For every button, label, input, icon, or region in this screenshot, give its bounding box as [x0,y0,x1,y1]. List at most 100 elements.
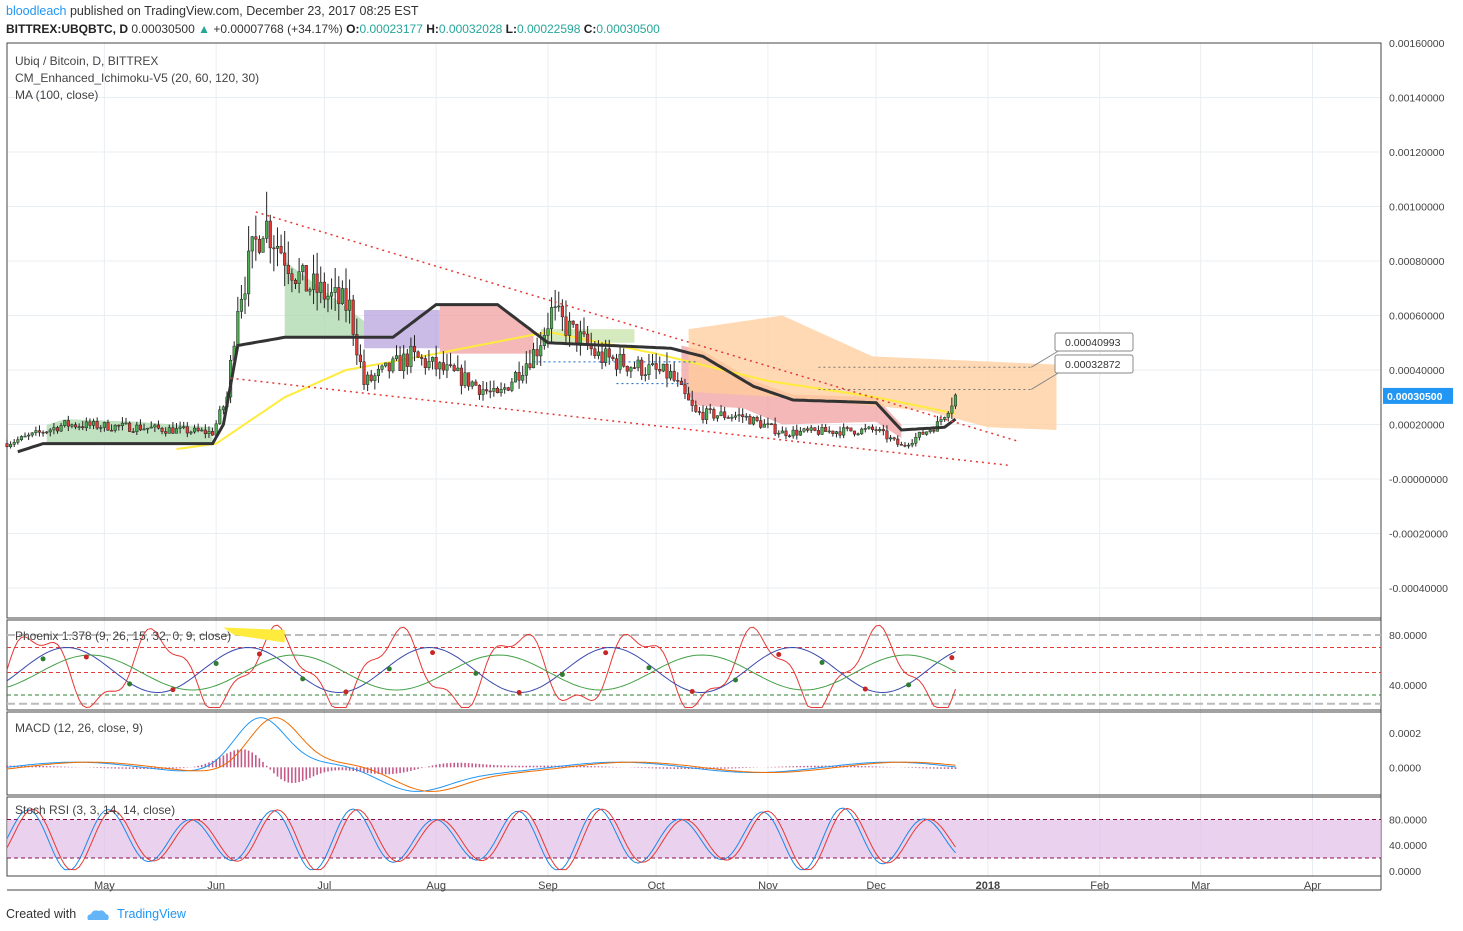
candle-body [751,416,756,425]
price-tick-label: 0.00160000 [1389,38,1445,50]
candle-body [128,422,132,432]
candle-body [387,362,391,372]
candle-body [571,320,575,325]
candle-body [665,363,669,379]
candle-body [506,387,510,391]
candle-body [301,265,305,273]
candle-body [34,430,38,434]
time-tick-label: Feb [1090,880,1109,892]
time-tick-label: Nov [758,880,778,892]
candle-body [852,430,857,435]
candle-body [192,427,197,433]
chart-canvas[interactable]: 0.00040993 0.00032872 0.00160000 0.00140000… [0,0,1463,931]
candle-body [474,381,478,386]
candle-body [550,307,554,329]
phoenix-dot [516,689,522,695]
candle-body [604,348,608,363]
candle-body [824,427,828,432]
candle-body [445,364,449,371]
candle-body [95,421,99,429]
candle-body [806,428,810,431]
candle-body [189,431,193,434]
candle-body [456,367,460,371]
candle-body [55,427,60,432]
candle-body [315,273,319,293]
candle-body [402,353,406,371]
candle-body [113,424,117,431]
tradingview-link[interactable]: TradingView [117,907,186,921]
candle-body [124,422,128,425]
candle-body [394,355,399,360]
footer: Created with TradingView [6,905,186,923]
candle-body [834,431,838,434]
candle-body [513,372,518,383]
price-tick-label: 0.00100000 [1389,202,1445,214]
candle-body [254,236,258,240]
candle-body [243,293,247,300]
candle-body [358,354,362,363]
candle-body [676,380,680,382]
candle-body [250,236,254,252]
candle-body [185,426,189,434]
candle-body [308,289,312,292]
candle-body [265,220,269,239]
candle-body [459,367,463,386]
candle-body [16,439,20,443]
candle-body [661,363,665,372]
candle-body [863,428,867,430]
phoenix-dot [906,682,912,688]
candle-body [715,415,719,419]
candle-body [658,369,662,372]
candle-body [337,287,341,304]
phoenix-dot [732,677,738,683]
candle-body [398,355,402,371]
candle-body [780,430,784,434]
indicator-label-ichimoku: CM_Enhanced_Ichimoku-V5 (20, 60, 120, 30… [15,71,259,85]
candle-body [495,388,500,394]
candle-body [860,428,864,435]
candle-body [697,411,701,413]
phoenix-dot [819,659,825,665]
candle-body [438,362,442,370]
indicator-label-phoenix: Phoenix 1.378 (9, 26, 15, 32, 0, 9, clos… [15,629,231,643]
candle-body [903,444,907,447]
candle-body [9,444,13,448]
macd-pane: MACD (12, 26, close, 9) 0.0002 0.0000 [6,717,1421,792]
candle-body [142,428,146,431]
phoenix-pane: Phoenix 1.378 (9, 26, 15, 32, 0, 9, clos… [6,624,1427,709]
macd-tick-label: 0.0002 [1389,728,1421,740]
candle-body [77,426,81,428]
candle-body [596,351,600,356]
candle-body [92,421,96,426]
candle-body [19,436,23,440]
candle-body [553,306,557,309]
macd-line [6,717,956,792]
candle-body [687,393,691,401]
current-price-label: 0.00030500 [1387,391,1443,403]
candle-body [373,375,377,381]
candle-body [896,438,900,445]
price-tick-label: 0.00020000 [1389,420,1445,432]
price-tick-label: -0.00040000 [1389,583,1448,595]
candle-body [809,427,813,431]
candle-body [340,288,344,304]
phoenix-highlight [223,627,285,643]
stoch-tick-label: 0.0000 [1389,866,1421,878]
candle-body [326,295,330,300]
candle-body [362,361,366,385]
candle-body [110,429,114,432]
candle-body [744,415,748,418]
phoenix-dot [83,654,89,660]
candle-body [48,429,52,433]
candle-body [409,346,413,367]
candle-body [52,427,56,431]
candle-body [146,427,150,430]
candle-body [791,429,795,437]
candle-body [236,311,240,347]
candle-body [733,415,738,418]
phoenix-slow-line [6,646,956,694]
candle-body [59,425,63,432]
stoch-tick-label: 40.0000 [1389,840,1427,852]
candle-body [239,298,243,312]
candle-body [348,299,352,311]
